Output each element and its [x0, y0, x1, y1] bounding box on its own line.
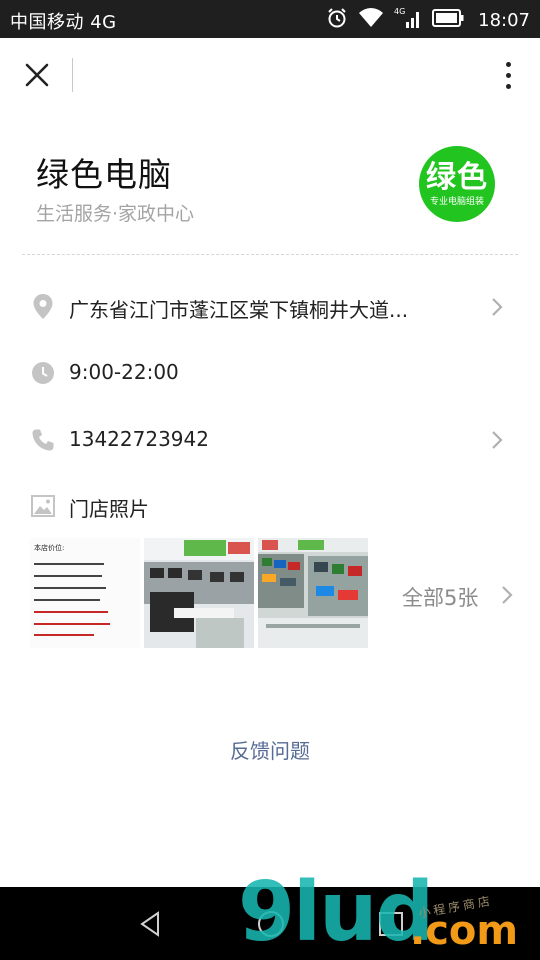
all-photos-link[interactable]: 全部5张 — [402, 582, 478, 612]
carrier-label: 中国移动 4G — [10, 12, 117, 33]
hours-row: 9:00-22:00 — [0, 346, 540, 400]
photo-price-list[interactable]: 本店价位: — [30, 538, 140, 648]
clock: 18:07 — [478, 9, 530, 31]
address-row[interactable]: 广东省江门市蓬江区棠下镇桐井大道... — [0, 280, 540, 334]
price-list-line: 本店价位: — [34, 543, 64, 552]
chevron-right-icon — [492, 431, 503, 449]
shop-logo: 绿色 专业电脑组装 — [419, 146, 495, 222]
photos-label: 门店照片 — [69, 497, 149, 521]
shop-name: 绿色电脑 — [36, 155, 172, 194]
back-button[interactable] — [134, 907, 168, 941]
watermark-brand: 9lud — [238, 865, 434, 960]
top-bar — [0, 38, 540, 112]
photo-strip[interactable]: 本店价位: 全部5张 — [30, 538, 513, 648]
chevron-right-icon — [492, 298, 503, 316]
location-pin-icon — [30, 294, 56, 320]
logo-sub-text: 专业电脑组装 — [429, 197, 484, 207]
photo-store-interior[interactable] — [144, 538, 254, 648]
photos-label-row: 门店照片 — [0, 479, 540, 533]
more-vertical-icon — [505, 61, 511, 67]
wifi-icon — [358, 8, 384, 32]
phone-number: 13422723942 — [69, 427, 209, 451]
close-button[interactable] — [18, 56, 56, 94]
status-icons: 4G 18:07 — [326, 6, 530, 34]
feedback-link[interactable]: 反馈问题 — [0, 735, 540, 764]
status-bar: 中国移动 4G 4G 18:07 — [0, 0, 540, 38]
address-text: 广东省江门市蓬江区棠下镇桐井大道... — [69, 298, 409, 322]
more-options-button[interactable] — [498, 56, 518, 94]
shop-category: 生活服务·家政中心 — [36, 203, 195, 225]
business-hours: 9:00-22:00 — [69, 360, 179, 384]
battery-icon — [432, 9, 464, 31]
network-badge: 4G — [394, 7, 405, 16]
back-icon — [140, 911, 159, 937]
section-divider — [22, 254, 518, 255]
top-bar-divider — [72, 58, 73, 92]
phone-row[interactable]: 13422723942 — [0, 413, 540, 467]
alarm-icon — [326, 7, 348, 33]
close-icon — [25, 63, 49, 87]
signal-icon: 4G — [394, 6, 422, 34]
clock-icon — [30, 360, 56, 386]
image-icon — [30, 493, 56, 519]
photo-store-shelves[interactable] — [258, 538, 368, 648]
chevron-right-icon — [502, 586, 513, 604]
logo-main-text: 绿色 — [426, 160, 488, 195]
phone-icon — [30, 427, 56, 453]
